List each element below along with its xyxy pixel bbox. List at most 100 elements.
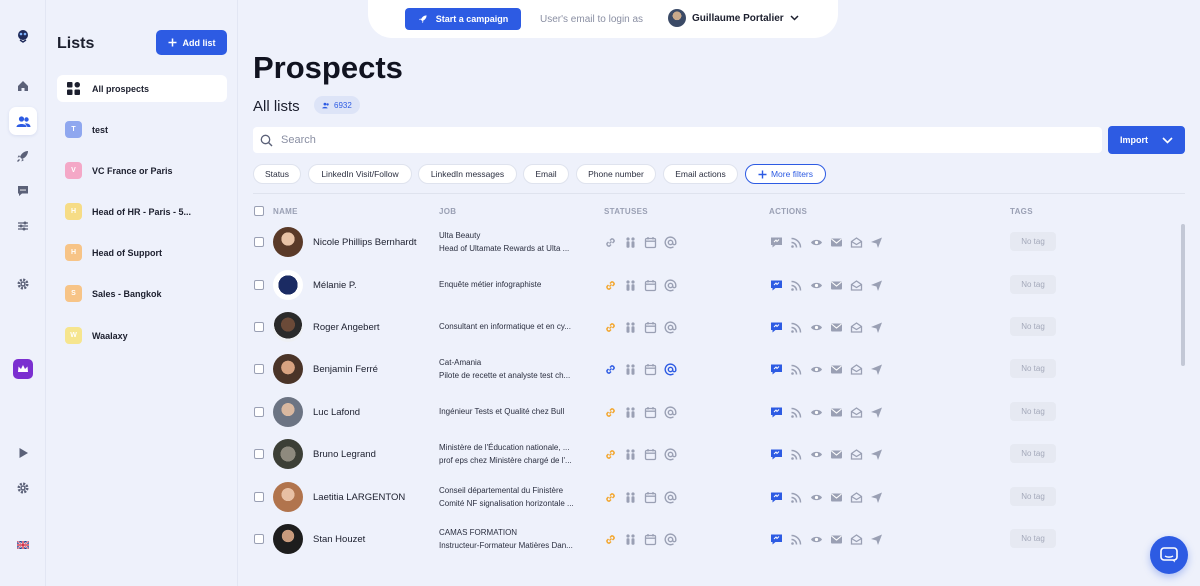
message-icon[interactable] [769,405,783,419]
avatar[interactable] [273,227,303,257]
prospect-name[interactable]: Laetitia LARGENTON [313,492,405,503]
filter-status[interactable]: Status [253,164,301,184]
at-icon[interactable] [663,320,677,334]
prospect-name[interactable]: Bruno Legrand [313,449,376,460]
tag-badge[interactable]: No tag [1010,402,1056,421]
rss-icon[interactable] [789,235,803,249]
mail-icon[interactable] [829,320,843,334]
eye-icon[interactable] [809,362,823,376]
home-icon[interactable] [9,72,37,100]
prospect-name[interactable]: Luc Lafond [313,407,360,418]
column-name[interactable]: NAME [273,207,298,216]
avatar[interactable] [273,397,303,427]
row-checkbox[interactable] [254,407,264,417]
mail-icon[interactable] [829,447,843,461]
eye-icon[interactable] [809,235,823,249]
logo-icon[interactable] [9,22,37,50]
tag-badge[interactable]: No tag [1010,529,1056,548]
mail-icon[interactable] [829,278,843,292]
people-icon[interactable] [623,447,637,461]
send-icon[interactable] [869,447,883,461]
people-icon[interactable] [623,532,637,546]
send-icon[interactable] [869,405,883,419]
people-icon[interactable] [623,405,637,419]
mail-icon[interactable] [829,362,843,376]
eye-icon[interactable] [809,447,823,461]
rss-icon[interactable] [789,532,803,546]
tag-badge[interactable]: No tag [1010,444,1056,463]
at-icon[interactable] [663,405,677,419]
message-icon[interactable] [769,320,783,334]
send-icon[interactable] [869,362,883,376]
mail-open-icon[interactable] [849,362,863,376]
avatar[interactable] [273,482,303,512]
mail-open-icon[interactable] [849,235,863,249]
tag-badge[interactable]: No tag [1010,487,1056,506]
calendar-icon[interactable] [643,447,657,461]
people-icon[interactable] [623,320,637,334]
table-row[interactable]: Bruno Legrand Ministère de l'Éducation n… [253,433,1173,475]
eye-icon[interactable] [809,532,823,546]
login-as-text[interactable]: User's email to login as [540,14,643,25]
list-item-head-of-hr[interactable]: H Head of HR - Paris - 5... [57,198,227,225]
link-icon[interactable] [603,235,617,249]
calendar-icon[interactable] [643,490,657,504]
tag-badge[interactable]: No tag [1010,317,1056,336]
people-icon[interactable] [623,278,637,292]
search-input[interactable] [281,134,1061,146]
row-checkbox[interactable] [254,534,264,544]
table-row[interactable]: Stan Houzet CAMAS FORMATION Instructeur-… [253,518,1173,560]
start-campaign-button[interactable]: Start a campaign [405,8,521,30]
table-row[interactable]: Laetitia LARGENTON Conseil départemental… [253,476,1173,518]
at-icon[interactable] [663,235,677,249]
mail-open-icon[interactable] [849,405,863,419]
add-list-button[interactable]: Add list [156,30,227,55]
avatar[interactable] [273,312,303,342]
send-icon[interactable] [869,532,883,546]
gear-icon[interactable] [9,270,37,298]
table-row[interactable]: Luc Lafond Ingénieur Tests et Qualité ch… [253,391,1173,433]
list-item-all-prospects[interactable]: All prospects [57,75,227,102]
mail-icon[interactable] [829,235,843,249]
message-icon[interactable] [769,532,783,546]
mail-open-icon[interactable] [849,490,863,504]
send-icon[interactable] [869,490,883,504]
calendar-icon[interactable] [643,320,657,334]
flag-icon[interactable] [9,531,37,559]
filter-email[interactable]: Email [523,164,569,184]
mail-open-icon[interactable] [849,320,863,334]
message-icon[interactable] [769,490,783,504]
chat-button[interactable] [1150,536,1188,574]
at-icon[interactable] [663,490,677,504]
rss-icon[interactable] [789,320,803,334]
link-icon[interactable] [603,405,617,419]
select-all-checkbox[interactable] [254,206,264,216]
user-menu[interactable]: Guillaume Portalier [668,9,799,27]
rss-icon[interactable] [789,447,803,461]
calendar-icon[interactable] [643,405,657,419]
rss-icon[interactable] [789,278,803,292]
link-icon[interactable] [603,490,617,504]
filter-linkedin-visit[interactable]: LinkedIn Visit/Follow [308,164,412,184]
rss-icon[interactable] [789,362,803,376]
at-icon[interactable] [663,447,677,461]
avatar[interactable] [273,524,303,554]
link-icon[interactable] [603,362,617,376]
message-icon[interactable] [769,362,783,376]
send-icon[interactable] [869,278,883,292]
message-icon[interactable] [769,447,783,461]
mail-open-icon[interactable] [849,447,863,461]
calendar-icon[interactable] [643,362,657,376]
row-checkbox[interactable] [254,449,264,459]
people-icon[interactable] [623,235,637,249]
sliders-icon[interactable] [9,212,37,240]
table-row[interactable]: Roger Angebert Consultant en informatiqu… [253,306,1173,348]
prospect-name[interactable]: Nicole Phillips Bernhardt [313,237,417,248]
row-checkbox[interactable] [254,280,264,290]
list-item-test[interactable]: T test [57,116,227,143]
calendar-icon[interactable] [643,235,657,249]
tag-badge[interactable]: No tag [1010,275,1056,294]
prospect-name[interactable]: Stan Houzet [313,534,365,545]
mail-open-icon[interactable] [849,278,863,292]
play-icon[interactable] [9,439,37,467]
